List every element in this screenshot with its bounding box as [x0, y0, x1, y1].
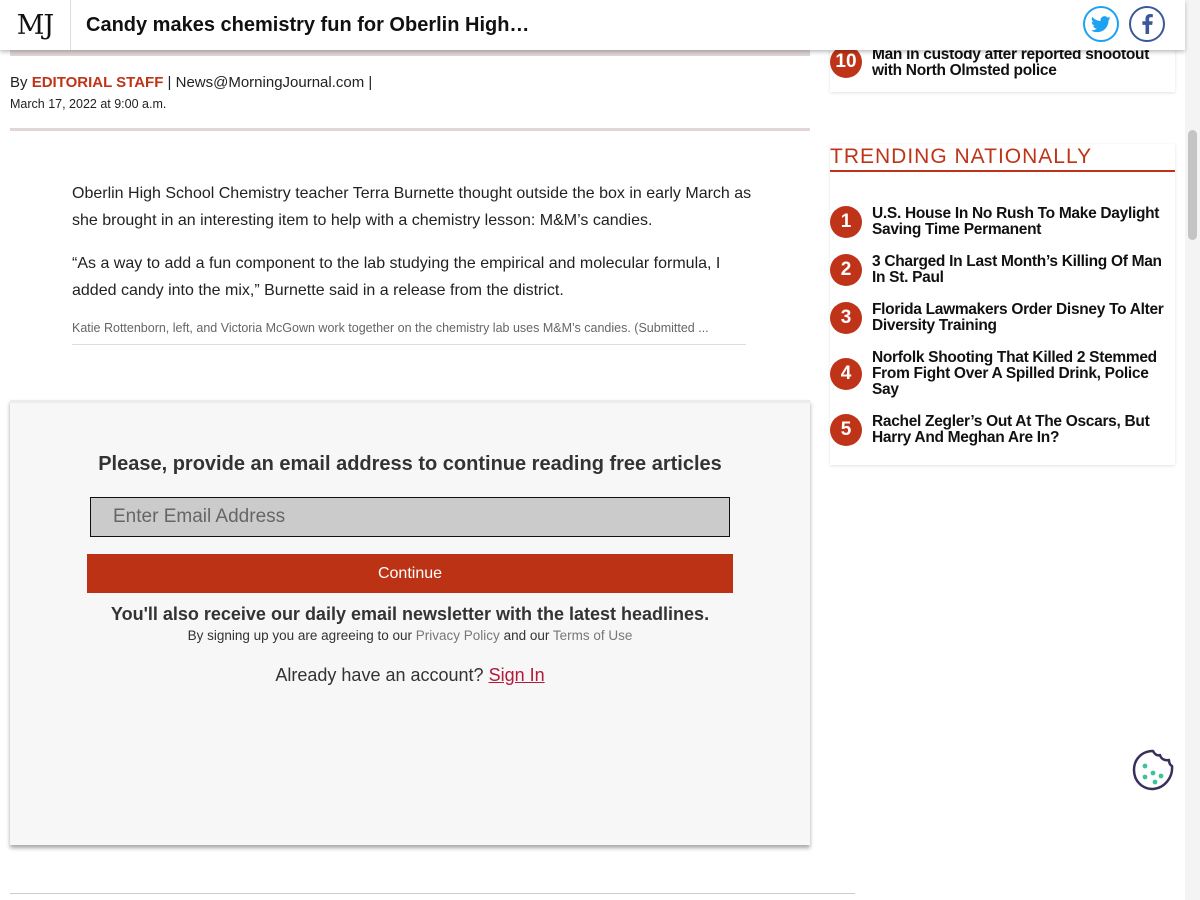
email-input[interactable] — [90, 497, 730, 537]
continue-button[interactable]: Continue — [87, 554, 733, 593]
byline-separator: | — [368, 74, 373, 91]
email-gate-title: Please, provide an email address to cont… — [98, 453, 722, 475]
sidebar-story-link[interactable]: Man in custody after reported shootout w… — [872, 47, 1172, 79]
author-email: News@MorningJournal.com — [175, 74, 365, 91]
sticky-header: MJ Candy makes chemistry fun for Oberlin… — [0, 0, 1185, 50]
trending-heading: TRENDING NATIONALLY — [830, 145, 1175, 172]
facebook-share-button[interactable] — [1129, 6, 1165, 42]
rank-badge: 1 — [830, 206, 862, 238]
site-logo[interactable]: MJ — [0, 0, 71, 50]
rank-badge: 5 — [830, 414, 862, 446]
rank-badge: 3 — [830, 302, 862, 334]
rank-badge: 10 — [830, 46, 862, 78]
email-gate-panel: Please, provide an email address to cont… — [10, 400, 810, 845]
divider — [10, 893, 855, 894]
account-prompt-text: Already have an account? — [275, 665, 484, 685]
sign-in-link[interactable]: Sign In — [489, 665, 545, 685]
terms-prefix: By signing up you are agreeing to our — [187, 628, 412, 643]
twitter-icon — [1091, 15, 1111, 32]
article-paragraph: Oberlin High School Chemistry teacher Te… — [72, 185, 752, 229]
byline-prefix: By — [10, 74, 28, 91]
terms-note: By signing up you are agreeing to our Pr… — [10, 628, 810, 643]
trending-story-link[interactable]: Rachel Zegler’s Out At The Oscars, But H… — [872, 414, 1172, 446]
byline: By EDITORIAL STAFF | News@MorningJournal… — [10, 74, 372, 91]
divider — [10, 128, 810, 131]
newsletter-note: You'll also receive our daily email news… — [110, 604, 710, 624]
rank-badge: 4 — [830, 358, 862, 390]
trending-story-link[interactable]: Florida Lawmakers Order Disney To Alter … — [872, 302, 1172, 334]
trending-story-link[interactable]: Norfolk Shooting That Killed 2 Stemmed F… — [872, 350, 1172, 398]
account-prompt: Already have an account? Sign In — [10, 665, 810, 686]
scrollbar-thumb[interactable] — [1188, 130, 1197, 240]
facebook-icon — [1141, 14, 1153, 34]
privacy-policy-link[interactable]: Privacy Policy — [416, 628, 500, 643]
article-headline: Candy makes chemistry fun for Oberlin Hi… — [86, 14, 530, 36]
publish-date: March 17, 2022 at 9:00 a.m. — [10, 97, 167, 111]
trending-story-link[interactable]: U.S. House In No Rush To Make Daylight S… — [872, 206, 1172, 238]
cookie-settings-button[interactable] — [1132, 749, 1174, 791]
article-paragraph: “As a way to add a fun component to the … — [72, 255, 721, 299]
twitter-share-button[interactable] — [1083, 6, 1119, 42]
trending-story-link[interactable]: 3 Charged In Last Month’s Killing Of Man… — [872, 254, 1172, 286]
byline-separator: | — [167, 74, 172, 91]
photo-caption[interactable]: Katie Rottenborn, left, and Victoria McG… — [72, 321, 746, 345]
terms-middle: and our — [503, 628, 550, 643]
rank-badge: 2 — [830, 254, 862, 286]
divider — [10, 50, 810, 56]
cookie-icon — [1132, 749, 1174, 791]
terms-of-use-link[interactable]: Terms of Use — [553, 628, 633, 643]
author-link[interactable]: EDITORIAL STAFF — [32, 74, 164, 91]
